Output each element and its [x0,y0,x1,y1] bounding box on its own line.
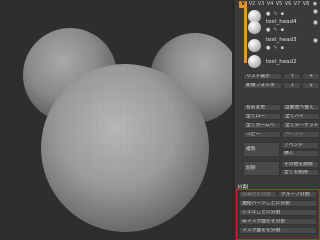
button-row: 非マスク面をを分割 [239,218,319,225]
button-row: シェルごとに分割 [239,209,319,216]
delete-others-button[interactable]: その他を削除 [281,161,319,168]
list-show-button[interactable]: リスト表示 [243,73,283,80]
folder-row: 新規フォルダ ↓ ↳ [243,82,320,89]
brush-icon[interactable]: ✎ [273,45,277,51]
all-high-button[interactable]: 全てハイ [282,113,320,120]
subtool-scroll-indicator[interactable] [244,8,247,63]
button-row: コピー ペースト [243,131,320,138]
delete-options-group: その他を削除 全てを削除 [281,161,320,176]
button-row: 名前変更 自動並べ替え [243,104,320,111]
delete-all-button[interactable]: 全てを削除 [281,169,319,176]
subtool-thumbnail [248,39,261,52]
dot-icon[interactable]: ● [266,27,270,33]
all-target-button[interactable]: 全てターゲットへ [282,122,320,129]
eye-icon[interactable]: ◉ [313,8,318,15]
auto-reorder-button[interactable]: 自動並べ替え [282,104,320,111]
insert-button[interactable]: 挿入 [281,150,319,157]
lock-icon[interactable]: ▪ [281,27,284,33]
subtool-item[interactable]: test_head2 [248,52,320,70]
brush-icon[interactable]: ✎ [273,11,277,17]
down-arrow-icon[interactable]: ↓ [283,82,302,89]
dot-icon[interactable]: ● [266,45,270,51]
delete-button[interactable]: 削除 [243,161,280,176]
rename-button[interactable]: 名前変更 [243,104,281,111]
subtool-thumbnail [248,21,261,34]
new-folder-button[interactable]: 新規フォルダ [243,82,283,89]
split-masked-button[interactable]: マスク面をを分割 [239,227,317,234]
button-row: 全てロー 全てハイ [243,113,320,120]
subtool-name: test_head4 [266,19,297,25]
viewport-canvas[interactable] [0,0,232,240]
add-icon[interactable]: + [302,73,320,80]
lock-icon[interactable]: ▪ [281,11,284,17]
version-tab[interactable]: V [239,0,247,8]
eye-icon[interactable]: ◉ [313,37,318,44]
brush-icon[interactable]: ✎ [273,27,277,33]
button-row: マスク面をを分割 [239,227,319,234]
dot-icon[interactable]: ● [266,11,270,17]
link-icon[interactable]: ↳ [302,82,320,89]
split-by-shell-button[interactable]: シェルごとに分割 [239,209,317,216]
split-unlinked-button[interactable]: 連結パーツごとに分割 [239,200,317,207]
append-button[interactable]: アペンド [281,142,319,149]
subtool-name: test_head2 [266,59,297,65]
split-unmasked-button[interactable]: 非マスク面をを分割 [239,218,317,225]
button-row: 非表示を分割 グループ分割 [239,191,319,198]
list-row: リスト表示 ↑ + [243,73,320,80]
subtool-icons: ● ✎ ▪ [266,27,318,33]
subtool-icons: ● ✎ ▪ [266,11,318,17]
paste-button[interactable]: ペースト [282,131,320,138]
lock-icon[interactable]: ▪ [281,45,284,51]
all-home-button[interactable]: 全てホームへ [243,122,281,129]
subtool-icons: ● ✎ ▪ [266,45,318,51]
up-arrow-icon[interactable]: ↑ [283,73,302,80]
mouse-head-model[interactable] [0,0,232,240]
button-row: 連結パーツごとに分割 [239,200,319,207]
subtool-item[interactable]: test_head4 ● ✎ ▪ ◉ [248,18,320,36]
append-insert-group: アペンド 挿入 [281,142,320,157]
eye-icon[interactable]: ◉ [313,19,318,26]
all-low-button[interactable]: 全てロー [243,113,281,120]
button-row: 全てホームへ 全てターゲットへ [243,122,320,129]
copy-button[interactable]: コピー [243,131,281,138]
subtool-name: test_head3 [266,37,297,43]
group-split-button[interactable]: グループ分割 [278,191,317,198]
subtool-thumbnail [248,55,261,68]
split-hidden-button[interactable]: 非表示を分割 [239,191,277,198]
duplicate-button[interactable]: 複製 [243,142,280,157]
